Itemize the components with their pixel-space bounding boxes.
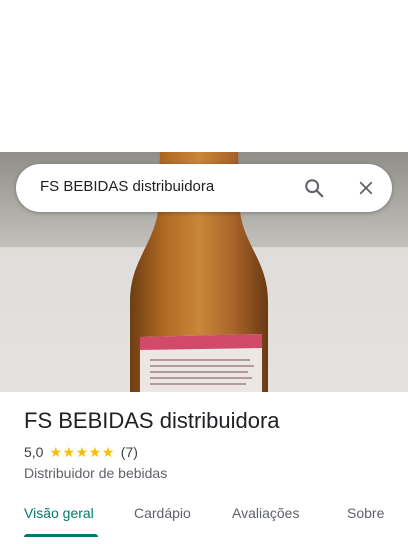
rating-row[interactable]: 5,0 ★ ★ ★ ★ ★ (7) — [24, 444, 138, 460]
star-icon: ★ — [101, 444, 115, 460]
close-icon[interactable] — [352, 174, 380, 202]
place-title: FS BEBIDAS distribuidora — [24, 408, 280, 433]
top-blank-area — [0, 0, 408, 152]
place-tabs: Visão geral Cardápio Avaliações Sobre — [0, 494, 408, 544]
search-box[interactable]: FS BEBIDAS distribuidora — [16, 164, 392, 212]
tab-reviews[interactable]: Avaliações — [232, 505, 299, 521]
tab-overview[interactable]: Visão geral — [24, 505, 94, 521]
star-icon: ★ — [88, 444, 102, 460]
active-tab-indicator — [24, 534, 98, 537]
place-category[interactable]: Distribuidor de bebidas — [24, 465, 167, 481]
review-count[interactable]: (7) — [121, 444, 138, 460]
rating-value: 5,0 — [24, 444, 44, 460]
search-input[interactable]: FS BEBIDAS distribuidora — [40, 178, 214, 195]
star-icon: ★ — [62, 444, 76, 460]
search-icon[interactable] — [300, 174, 328, 202]
star-rating: ★ ★ ★ ★ ★ — [49, 445, 114, 459]
tab-menu[interactable]: Cardápio — [134, 505, 191, 521]
star-icon: ★ — [49, 444, 63, 460]
tab-about[interactable]: Sobre — [347, 505, 384, 521]
star-icon: ★ — [75, 444, 89, 460]
